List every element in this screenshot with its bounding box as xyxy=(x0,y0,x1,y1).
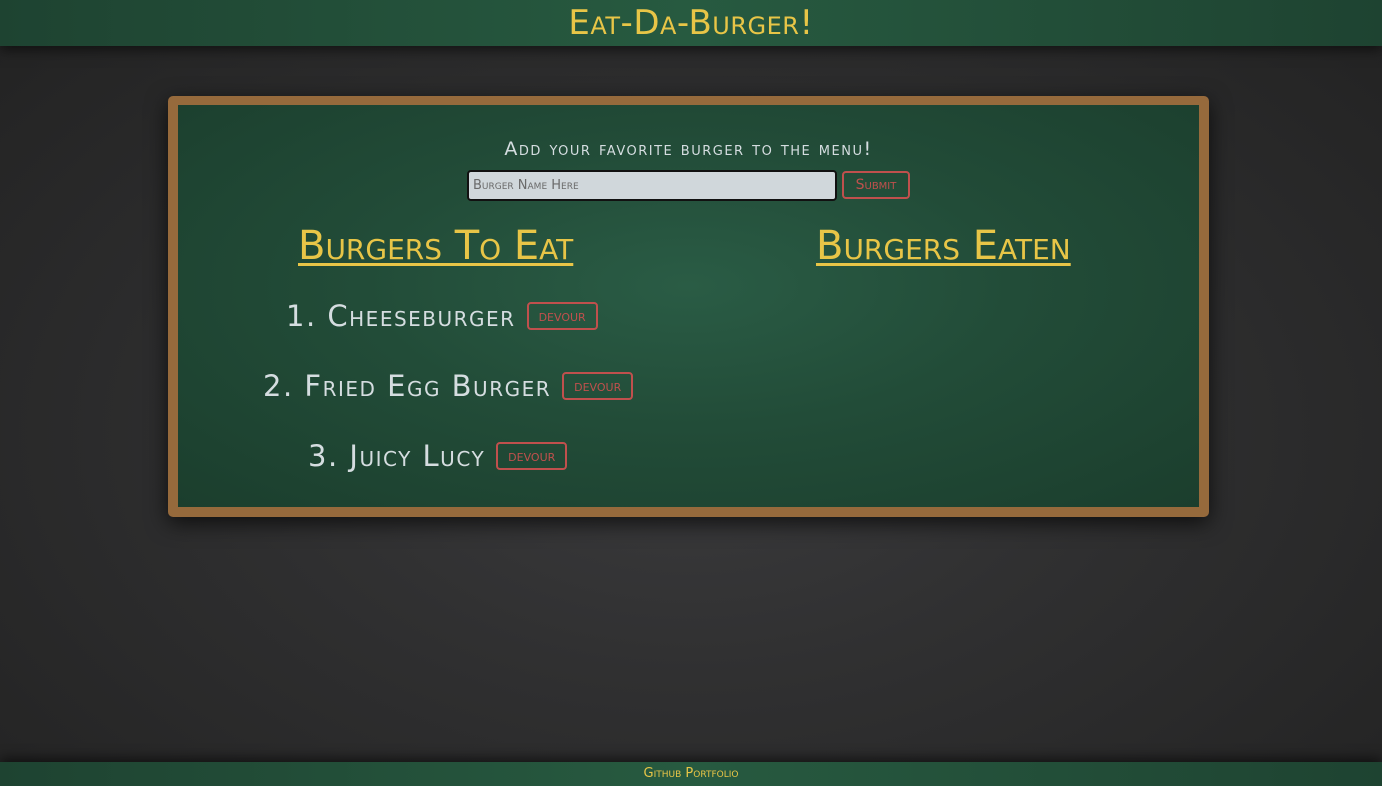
chalkboard-frame: Add your favorite burger to the menu! Su… xyxy=(168,96,1209,517)
item-number: 2. xyxy=(263,369,294,403)
submit-button[interactable]: Submit xyxy=(842,171,910,199)
add-burger-prompt: Add your favorite burger to the menu! xyxy=(504,138,873,160)
devour-button[interactable]: devour xyxy=(526,302,598,330)
burger-name: Cheeseburger xyxy=(327,299,516,333)
devour-button[interactable]: devour xyxy=(562,372,634,400)
item-number: 1. xyxy=(286,299,317,333)
burger-list-item: 2. Fried Egg Burger devour xyxy=(263,369,634,403)
burgers-eaten-heading: Burgers Eaten xyxy=(816,223,1071,269)
item-number: 3. xyxy=(308,439,339,473)
page-title: Eat-Da-Burger! xyxy=(568,3,814,43)
burger-name: Fried Egg Burger xyxy=(304,369,552,403)
burger-name: Juicy Lucy xyxy=(349,439,486,473)
site-footer: Github Portfolio xyxy=(0,762,1382,786)
chalkboard: Add your favorite burger to the menu! Su… xyxy=(178,105,1199,507)
burger-name-input[interactable] xyxy=(467,170,837,201)
burger-list-item: 1. Cheeseburger devour xyxy=(286,299,598,333)
devour-button[interactable]: devour xyxy=(496,442,568,470)
burger-list-item: 3. Juicy Lucy devour xyxy=(308,439,568,473)
github-portfolio-link[interactable]: Github Portfolio xyxy=(644,766,739,781)
site-header: Eat-Da-Burger! xyxy=(0,0,1382,46)
burgers-to-eat-heading: Burgers To Eat xyxy=(298,223,574,269)
